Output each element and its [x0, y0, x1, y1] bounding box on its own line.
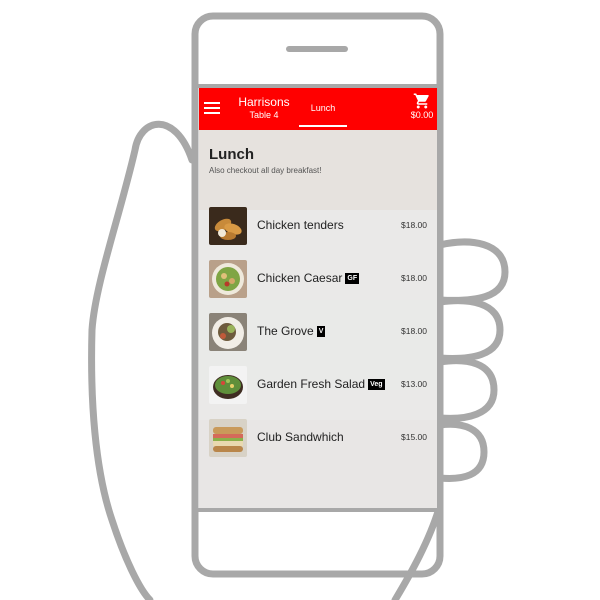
- menu-item[interactable]: Club Sandwhich $15.00: [207, 417, 433, 461]
- food-thumbnail: [209, 419, 247, 457]
- restaurant-name: Harrisons: [238, 95, 290, 109]
- cart-total: $0.00: [410, 110, 434, 120]
- food-thumbnail: [209, 313, 247, 351]
- item-name: Club Sandwhich: [257, 430, 344, 444]
- food-thumbnail: [209, 260, 247, 298]
- food-thumbnail: [209, 366, 247, 404]
- tab-lunch-label: Lunch: [310, 103, 336, 113]
- menu-item[interactable]: Chicken tenders $18.00: [207, 205, 433, 249]
- item-name: Chicken Caesar GF: [257, 271, 360, 285]
- item-price: $18.00: [401, 220, 427, 230]
- dietary-badge: GF: [345, 273, 360, 285]
- dietary-badge: V: [316, 326, 326, 338]
- item-price: $18.00: [401, 273, 427, 283]
- section-title: Lunch: [209, 146, 254, 163]
- restaurant-info: Harrisons Table 4: [229, 95, 299, 121]
- finger-4: [436, 420, 488, 482]
- item-name: Garden Fresh Salad Veg: [257, 377, 385, 391]
- menu-item[interactable]: The Grove V $18.00: [207, 311, 433, 355]
- hand-outline: [88, 120, 196, 600]
- phone-earpiece: [286, 46, 348, 52]
- item-price: $15.00: [401, 432, 427, 442]
- tab-lunch[interactable]: Lunch: [299, 88, 347, 130]
- item-price: $18.00: [401, 326, 427, 336]
- phone-screen: Harrisons Table 4 Lunch $0.00 Lunch Also…: [199, 88, 437, 508]
- finger-2: [436, 297, 504, 362]
- item-name: Chicken tenders: [257, 218, 344, 232]
- dietary-badge: Veg: [368, 379, 385, 391]
- tab-indicator: [299, 125, 347, 127]
- cart-button[interactable]: $0.00: [407, 92, 437, 121]
- hamburger-menu-icon[interactable]: [204, 99, 222, 117]
- hand-outline-right: [391, 501, 444, 600]
- shopping-cart-icon: [413, 93, 429, 109]
- menu-item[interactable]: Garden Fresh Salad Veg $13.00: [207, 364, 433, 408]
- app-bar: Harrisons Table 4 Lunch $0.00: [199, 88, 437, 130]
- table-number: Table 4: [249, 110, 279, 120]
- menu-item[interactable]: Chicken Caesar GF $18.00: [207, 258, 433, 302]
- item-price: $13.00: [401, 379, 427, 389]
- finger-1: [436, 238, 509, 304]
- food-thumbnail: [209, 207, 247, 245]
- finger-3: [436, 357, 498, 422]
- section-subtitle: Also checkout all day breakfast!: [209, 166, 322, 175]
- item-name: The Grove V: [257, 324, 326, 338]
